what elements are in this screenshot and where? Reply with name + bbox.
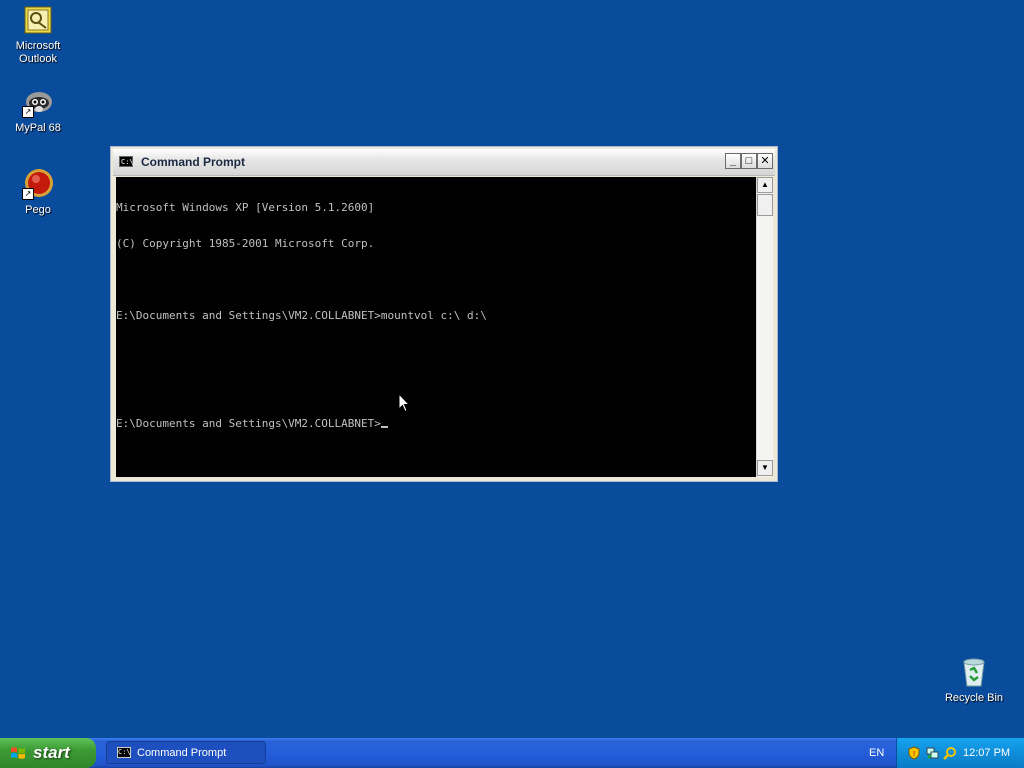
shortcut-arrow-icon: ↗	[22, 106, 34, 118]
language-indicator[interactable]: EN	[869, 747, 884, 759]
outlook-icon	[22, 4, 54, 36]
close-icon: ✕	[760, 155, 770, 167]
arrow-down-icon: ▼	[761, 463, 769, 472]
vertical-scrollbar[interactable]: ▲ ▼	[756, 177, 773, 477]
svg-text:!: !	[913, 750, 916, 758]
desktop-icon-label: Pego	[25, 204, 51, 216]
scroll-up-button[interactable]: ▲	[757, 177, 773, 193]
console-prompt: E:\Documents and Settings\VM2.COLLABNET>	[116, 417, 381, 430]
desktop-icon-recycle-bin[interactable]: Recycle Bin	[936, 656, 1012, 705]
desktop-icon-label: MyPal 68	[15, 122, 61, 134]
shortcut-arrow-icon: ↗	[22, 188, 34, 200]
network-icon[interactable]	[925, 746, 939, 760]
recycle-bin-icon	[958, 656, 990, 688]
windows-logo-icon	[11, 747, 25, 759]
cmd-icon: C:\	[119, 156, 134, 167]
cmd-icon: C:\	[117, 747, 131, 758]
start-button[interactable]: start	[0, 738, 96, 768]
desktop-icon-label: Recycle Bin	[944, 692, 1004, 704]
pego-icon: ↗	[22, 168, 54, 200]
text-cursor	[380, 426, 388, 428]
security-shield-icon[interactable]: !	[907, 746, 921, 760]
taskbar-button-label: Command Prompt	[137, 747, 227, 759]
taskbar-button-command-prompt[interactable]: C:\ Command Prompt	[106, 741, 266, 764]
desktop-icon-pego[interactable]: ↗ Pego	[0, 168, 76, 217]
desktop-icon-outlook[interactable]: Microsoft Outlook	[0, 4, 76, 66]
console-line: (C) Copyright 1985-2001 Microsoft Corp.	[116, 237, 375, 250]
console-output[interactable]: Microsoft Windows XP [Version 5.1.2600] …	[116, 177, 756, 477]
arrow-up-icon: ▲	[761, 180, 769, 189]
clock[interactable]: 12:07 PM	[963, 747, 1010, 759]
command-prompt-window[interactable]: C:\ Command Prompt _ □ ✕ Microsoft Windo…	[110, 146, 778, 482]
start-label: start	[33, 743, 70, 762]
minimize-icon: _	[729, 155, 737, 167]
search-icon[interactable]	[943, 746, 957, 760]
mouse-pointer-icon	[398, 393, 410, 413]
minimize-button[interactable]: _	[725, 153, 741, 169]
desktop-icon-label: Microsoft	[15, 40, 61, 52]
close-button[interactable]: ✕	[757, 153, 773, 169]
scroll-down-button[interactable]: ▼	[757, 460, 773, 476]
console-line: E:\Documents and Settings\VM2.COLLABNET>…	[116, 309, 487, 322]
console-line: Microsoft Windows XP [Version 5.1.2600]	[116, 201, 375, 214]
desktop-icon-label: Outlook	[19, 53, 57, 65]
maximize-button[interactable]: □	[741, 153, 757, 169]
window-title: Command Prompt	[141, 155, 246, 169]
maximize-icon: □	[745, 155, 753, 167]
scroll-thumb[interactable]	[757, 194, 773, 216]
desktop-icon-mypal[interactable]: ↗ MyPal 68	[0, 86, 76, 135]
console-prompt-line: E:\Documents and Settings\VM2.COLLABNET>	[116, 418, 756, 430]
system-tray: ! 12:07 PM	[896, 738, 1024, 768]
mypal-icon: ↗	[22, 86, 54, 118]
window-titlebar[interactable]: C:\ Command Prompt _ □ ✕	[113, 149, 775, 176]
taskbar: start C:\ Command Prompt EN ! 12:07 PM	[0, 738, 1024, 768]
